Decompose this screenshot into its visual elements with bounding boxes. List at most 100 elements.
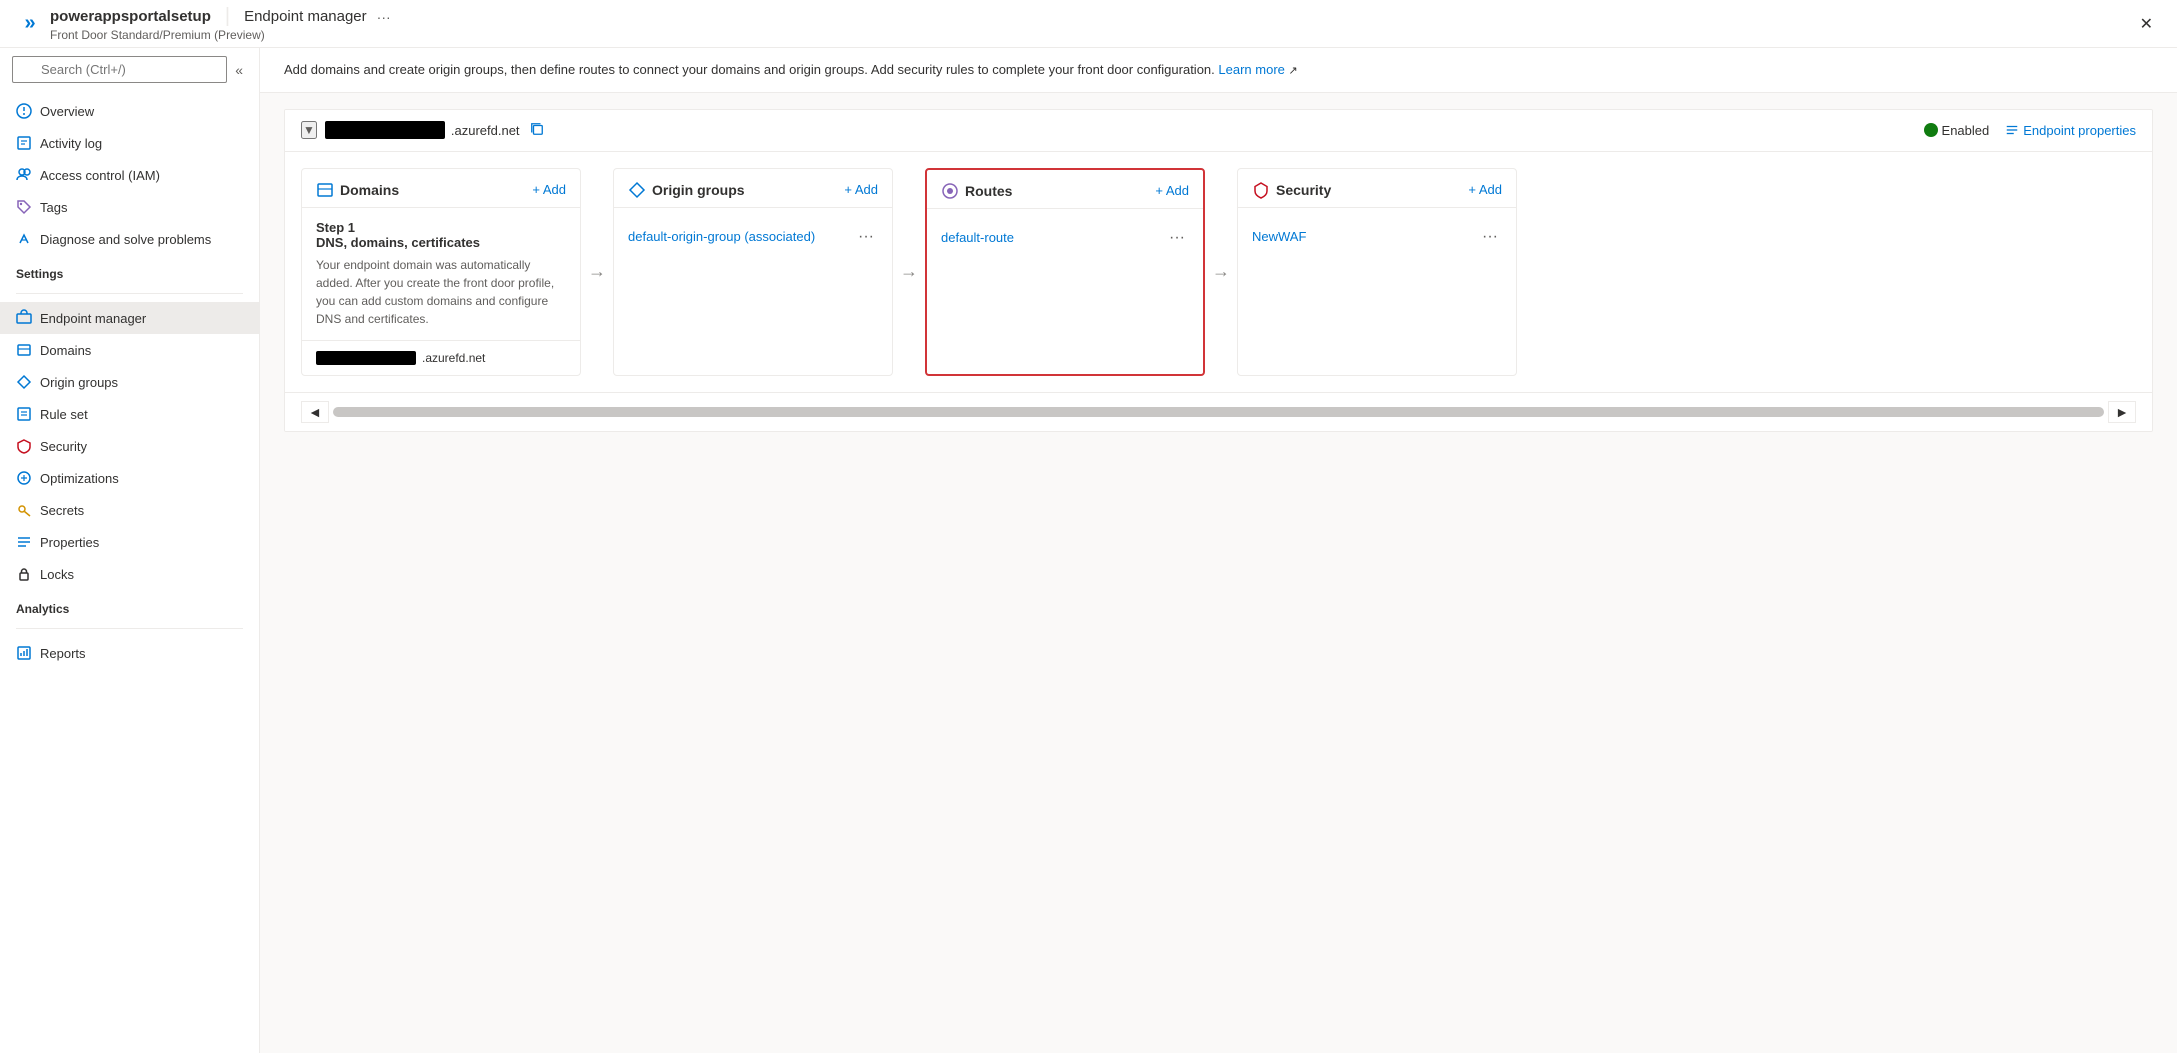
domains-label: Domains bbox=[40, 343, 91, 358]
secrets-label: Secrets bbox=[40, 503, 84, 518]
endpoint-properties-button[interactable]: Endpoint properties bbox=[2005, 123, 2136, 138]
sidebar-item-tags[interactable]: Tags bbox=[0, 191, 259, 223]
diagnose-label: Diagnose and solve problems bbox=[40, 232, 211, 247]
sidebar-item-optimizations[interactable]: Optimizations bbox=[0, 462, 259, 494]
sidebar-item-reports[interactable]: Reports bbox=[0, 637, 259, 669]
collapse-endpoint-button[interactable]: ▼ bbox=[301, 121, 317, 139]
domains-column-body: Step 1 DNS, domains, certificates Your e… bbox=[302, 208, 580, 340]
list-item: default-origin-group (associated) ··· bbox=[628, 220, 878, 254]
sidebar-item-origin-groups[interactable]: Origin groups bbox=[0, 366, 259, 398]
security-column: Security + Add NewWAF ··· bbox=[1237, 168, 1517, 376]
learn-more-link[interactable]: Learn more bbox=[1218, 62, 1284, 77]
origin-groups-add-button[interactable]: + Add bbox=[844, 182, 878, 197]
routes-column-body: default-route ··· bbox=[927, 209, 1203, 374]
route-link[interactable]: default-route bbox=[941, 230, 1014, 245]
header-more-button[interactable]: ··· bbox=[373, 7, 395, 27]
routes-column-title: Routes bbox=[941, 182, 1012, 200]
sidebar-item-locks[interactable]: Locks bbox=[0, 558, 259, 590]
overview-icon bbox=[16, 103, 32, 119]
origin-group-link[interactable]: default-origin-group (associated) bbox=[628, 229, 815, 244]
sidebar-item-endpoint-manager[interactable]: Endpoint manager bbox=[0, 302, 259, 334]
domains-column-icon bbox=[316, 181, 334, 199]
origin-groups-title-text: Origin groups bbox=[652, 182, 745, 198]
origin-group-more-button[interactable]: ··· bbox=[854, 226, 878, 248]
security-item-link[interactable]: NewWAF bbox=[1252, 229, 1306, 244]
header-left: » powerappsportalsetup | Endpoint manage… bbox=[16, 5, 395, 42]
search-row: « bbox=[12, 56, 247, 83]
domains-column-title: Domains bbox=[316, 181, 399, 199]
step-title: Step 1 DNS, domains, certificates bbox=[316, 220, 566, 250]
close-button[interactable]: ✕ bbox=[2132, 10, 2161, 38]
origin-groups-column-header: Origin groups + Add bbox=[614, 169, 892, 208]
overview-label: Overview bbox=[40, 104, 94, 119]
origin-groups-column: Origin groups + Add default-origin-group… bbox=[613, 168, 893, 376]
origin-groups-label: Origin groups bbox=[40, 375, 118, 390]
domain-footer-redacted bbox=[316, 351, 416, 365]
access-control-label: Access control (IAM) bbox=[40, 168, 160, 183]
app-logo: » powerappsportalsetup | Endpoint manage… bbox=[16, 5, 395, 42]
security-column-icon bbox=[1252, 181, 1270, 199]
arrow-2: → bbox=[893, 168, 925, 376]
info-bar: Add domains and create origin groups, th… bbox=[284, 60, 2153, 80]
content-header: Add domains and create origin groups, th… bbox=[260, 48, 2177, 93]
search-input[interactable] bbox=[12, 56, 227, 83]
domains-title-text: Domains bbox=[340, 182, 399, 198]
scroll-right-button[interactable]: ► bbox=[2108, 401, 2136, 423]
tags-icon bbox=[16, 199, 32, 215]
sidebar-item-activity-log[interactable]: Activity log bbox=[0, 127, 259, 159]
security-label: Security bbox=[40, 439, 87, 454]
sidebar-item-rule-set[interactable]: Rule set bbox=[0, 398, 259, 430]
endpoint-manager-label: Endpoint manager bbox=[40, 311, 146, 326]
activity-log-label: Activity log bbox=[40, 136, 102, 151]
reports-icon bbox=[16, 645, 32, 661]
sidebar-item-overview[interactable]: Overview bbox=[0, 95, 259, 127]
rule-set-label: Rule set bbox=[40, 407, 88, 422]
domains-column-header: Domains + Add bbox=[302, 169, 580, 208]
locks-icon bbox=[16, 566, 32, 582]
app-name: powerappsportalsetup bbox=[50, 8, 211, 25]
endpoint-section: ▼ .azurefd.net bbox=[260, 93, 2177, 448]
sidebar-item-domains[interactable]: Domains bbox=[0, 334, 259, 366]
secrets-icon bbox=[16, 502, 32, 518]
endpoint-card: ▼ .azurefd.net bbox=[284, 109, 2153, 432]
diagnose-icon bbox=[16, 231, 32, 247]
security-item-more-button[interactable]: ··· bbox=[1478, 226, 1502, 248]
scroll-track[interactable] bbox=[333, 407, 2104, 417]
locks-label: Locks bbox=[40, 567, 74, 582]
logo-arrows: » bbox=[24, 12, 35, 35]
sidebar-item-access-control[interactable]: Access control (IAM) bbox=[0, 159, 259, 191]
analytics-divider bbox=[16, 628, 243, 629]
main-layout: « Overview Activity log bbox=[0, 48, 2177, 1053]
domains-column: Domains + Add Step 1 DNS, domains, certi… bbox=[301, 168, 581, 376]
security-add-button[interactable]: + Add bbox=[1468, 182, 1502, 197]
sidebar-item-diagnose[interactable]: Diagnose and solve problems bbox=[0, 223, 259, 255]
endpoint-manager-icon bbox=[16, 310, 32, 326]
copy-endpoint-button[interactable] bbox=[526, 120, 548, 141]
arrow-3: → bbox=[1205, 168, 1237, 376]
main-content: Add domains and create origin groups, th… bbox=[260, 48, 2177, 1053]
sidebar-item-secrets[interactable]: Secrets bbox=[0, 494, 259, 526]
route-more-button[interactable]: ··· bbox=[1165, 227, 1189, 249]
sidebar-search-container: « bbox=[0, 48, 259, 91]
origin-groups-icon bbox=[16, 374, 32, 390]
routes-column-header: Routes + Add bbox=[927, 170, 1203, 209]
routes-title-text: Routes bbox=[965, 183, 1012, 199]
logo-icon: » bbox=[16, 10, 44, 38]
routes-add-button[interactable]: + Add bbox=[1155, 183, 1189, 198]
sidebar-item-properties[interactable]: Properties bbox=[0, 526, 259, 558]
list-item: default-route ··· bbox=[941, 221, 1189, 255]
origin-groups-column-title: Origin groups bbox=[628, 181, 745, 199]
security-column-header: Security + Add bbox=[1238, 169, 1516, 208]
properties-icon bbox=[16, 534, 32, 550]
app-name-block: powerappsportalsetup | Endpoint manager … bbox=[50, 5, 395, 42]
sidebar-item-security[interactable]: Security bbox=[0, 430, 259, 462]
sidebar-collapse-button[interactable]: « bbox=[231, 58, 247, 82]
scroll-left-button[interactable]: ◄ bbox=[301, 401, 329, 423]
endpoint-properties-label: Endpoint properties bbox=[2023, 123, 2136, 138]
activity-log-icon bbox=[16, 135, 32, 151]
endpoint-name-block: .azurefd.net bbox=[325, 120, 548, 141]
analytics-section-header: Analytics bbox=[0, 590, 259, 620]
columns-container: Domains + Add Step 1 DNS, domains, certi… bbox=[285, 152, 2152, 392]
domain-footer-suffix: .azurefd.net bbox=[422, 351, 485, 365]
domains-add-button[interactable]: + Add bbox=[532, 182, 566, 197]
